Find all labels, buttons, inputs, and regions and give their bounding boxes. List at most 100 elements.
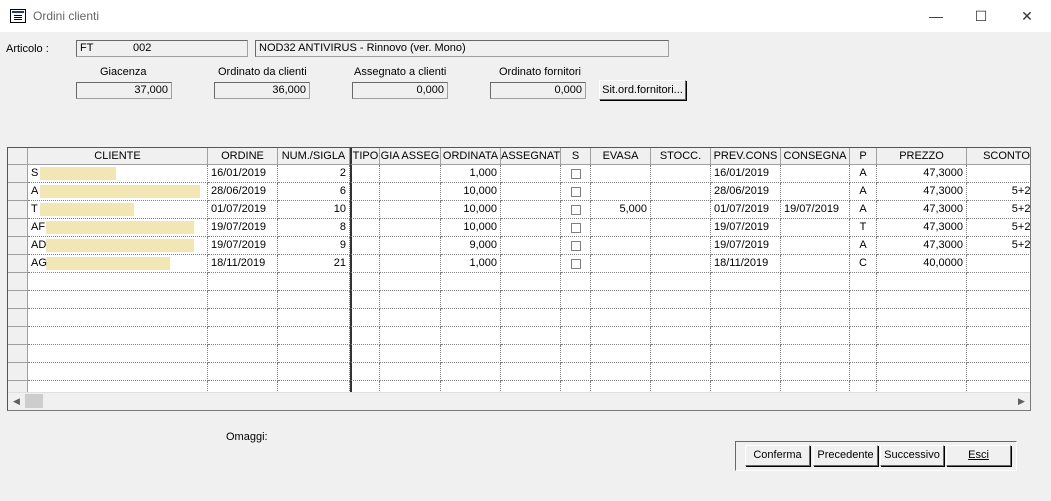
- column-header[interactable]: SCONTO: [967, 148, 1030, 165]
- cell-num[interactable]: [278, 291, 350, 309]
- cell-consegna[interactable]: [781, 363, 850, 381]
- cell-sconto[interactable]: [967, 255, 1030, 273]
- cell-cliente[interactable]: T: [28, 201, 208, 219]
- cell-consegna[interactable]: [781, 291, 850, 309]
- row-selector[interactable]: [8, 219, 28, 237]
- cell-prev[interactable]: 18/11/2019: [711, 255, 781, 273]
- column-header[interactable]: CLIENTE: [28, 148, 208, 165]
- row-selector[interactable]: [8, 345, 28, 363]
- cell-cliente[interactable]: A: [28, 183, 208, 201]
- sit-ord-fornitori-button[interactable]: Sit.ord.fornitori...: [599, 80, 686, 100]
- cell-sconto[interactable]: [967, 327, 1030, 345]
- cell-tipo[interactable]: [350, 327, 380, 345]
- cell-prezzo[interactable]: 40,0000: [877, 255, 967, 273]
- cell-prezzo[interactable]: 47,3000: [877, 165, 967, 183]
- cell-p[interactable]: [850, 363, 877, 381]
- cell-ordinata[interactable]: [441, 291, 501, 309]
- column-header[interactable]: NUM./SIGLA: [278, 148, 350, 165]
- cell-ordinata[interactable]: 9,000: [441, 237, 501, 255]
- row-selector[interactable]: [8, 363, 28, 381]
- column-header[interactable]: STOCC.: [651, 148, 711, 165]
- cell-ordine[interactable]: [208, 327, 278, 345]
- cell-sconto[interactable]: [967, 363, 1030, 381]
- cell-gia[interactable]: [380, 309, 441, 327]
- cell-cliente[interactable]: [28, 327, 208, 345]
- cell-p[interactable]: [850, 309, 877, 327]
- s-checkbox[interactable]: [571, 241, 581, 251]
- cell-ordine[interactable]: [208, 291, 278, 309]
- cell-consegna[interactable]: 19/07/2019: [781, 201, 850, 219]
- cell-stocc[interactable]: [651, 345, 711, 363]
- column-header[interactable]: PREZZO: [877, 148, 967, 165]
- cell-cliente[interactable]: [28, 345, 208, 363]
- row-selector[interactable]: [8, 327, 28, 345]
- cell-prezzo[interactable]: 47,3000: [877, 183, 967, 201]
- cell-cliente[interactable]: [28, 291, 208, 309]
- cell-evasa[interactable]: [591, 183, 651, 201]
- cell-prezzo[interactable]: [877, 363, 967, 381]
- s-checkbox[interactable]: [571, 169, 581, 179]
- column-header[interactable]: PREV.CONS: [711, 148, 781, 165]
- cell-ordine[interactable]: 19/07/2019: [208, 237, 278, 255]
- cell-cliente[interactable]: AD: [28, 237, 208, 255]
- cell-sconto[interactable]: [967, 345, 1030, 363]
- cell-num[interactable]: 6: [278, 183, 350, 201]
- cell-gia[interactable]: [380, 237, 441, 255]
- cell-assegnat[interactable]: [501, 219, 561, 237]
- cell-s[interactable]: [561, 345, 591, 363]
- cell-num[interactable]: 8: [278, 219, 350, 237]
- cell-num[interactable]: 9: [278, 237, 350, 255]
- cell-s[interactable]: [561, 291, 591, 309]
- cell-ordine[interactable]: 16/01/2019: [208, 165, 278, 183]
- cell-evasa[interactable]: [591, 219, 651, 237]
- cell-tipo[interactable]: [350, 237, 380, 255]
- cell-sconto[interactable]: 5+20+: [967, 237, 1030, 255]
- cell-prezzo[interactable]: [877, 327, 967, 345]
- row-selector[interactable]: [8, 201, 28, 219]
- column-header[interactable]: S: [561, 148, 591, 165]
- cell-sconto[interactable]: [967, 291, 1030, 309]
- cell-s[interactable]: [561, 237, 591, 255]
- cell-evasa[interactable]: [591, 291, 651, 309]
- column-header[interactable]: P: [850, 148, 877, 165]
- cell-ordine[interactable]: 28/06/2019: [208, 183, 278, 201]
- cell-prezzo[interactable]: [877, 291, 967, 309]
- cell-consegna[interactable]: [781, 345, 850, 363]
- cell-sconto[interactable]: 5+20+: [967, 183, 1030, 201]
- cell-gia[interactable]: [380, 255, 441, 273]
- cell-prev[interactable]: 19/07/2019: [711, 219, 781, 237]
- cell-evasa[interactable]: [591, 255, 651, 273]
- cell-consegna[interactable]: [781, 255, 850, 273]
- cell-p[interactable]: A: [850, 183, 877, 201]
- cell-gia[interactable]: [380, 345, 441, 363]
- cell-s[interactable]: [561, 201, 591, 219]
- cell-evasa[interactable]: [591, 327, 651, 345]
- cell-num[interactable]: [278, 273, 350, 291]
- esci-button[interactable]: Esci: [946, 445, 1011, 466]
- cell-evasa[interactable]: [591, 237, 651, 255]
- cell-p[interactable]: [850, 345, 877, 363]
- cell-gia[interactable]: [380, 201, 441, 219]
- scroll-left-icon[interactable]: ◀: [8, 393, 25, 410]
- cell-consegna[interactable]: [781, 219, 850, 237]
- cell-consegna[interactable]: [781, 183, 850, 201]
- cell-s[interactable]: [561, 255, 591, 273]
- s-checkbox[interactable]: [571, 187, 581, 197]
- cell-prev[interactable]: [711, 309, 781, 327]
- horizontal-scrollbar[interactable]: ◀ ▶: [8, 392, 1030, 410]
- cell-stocc[interactable]: [651, 273, 711, 291]
- cell-cliente[interactable]: AF: [28, 219, 208, 237]
- cell-prev[interactable]: [711, 363, 781, 381]
- cell-ordinata[interactable]: 10,000: [441, 183, 501, 201]
- cell-s[interactable]: [561, 219, 591, 237]
- cell-num[interactable]: [278, 309, 350, 327]
- cell-stocc[interactable]: [651, 309, 711, 327]
- cell-prev[interactable]: [711, 273, 781, 291]
- cell-p[interactable]: [850, 327, 877, 345]
- cell-tipo[interactable]: [350, 183, 380, 201]
- cell-sconto[interactable]: [967, 165, 1030, 183]
- cell-assegnat[interactable]: [501, 309, 561, 327]
- cell-ordinata[interactable]: [441, 327, 501, 345]
- cell-gia[interactable]: [380, 183, 441, 201]
- cell-assegnat[interactable]: [501, 363, 561, 381]
